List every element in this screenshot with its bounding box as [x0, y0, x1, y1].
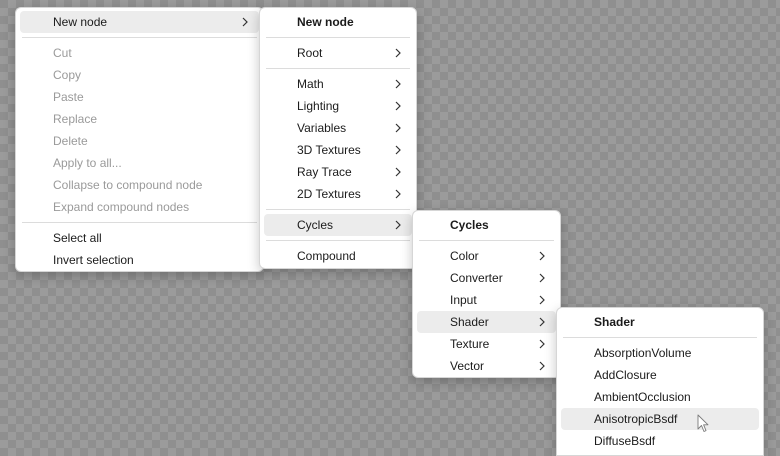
menu-item-label: Input: [450, 293, 477, 307]
menu-separator: [266, 240, 410, 241]
menu-separator: [419, 240, 554, 241]
menu-item-color[interactable]: Color: [417, 245, 556, 267]
menu-separator: [266, 37, 410, 38]
menu-item-label: Paste: [53, 90, 84, 104]
menu-item-texture[interactable]: Texture: [417, 333, 556, 355]
menu-separator: [22, 222, 257, 223]
chevron-right-icon: [394, 73, 404, 95]
menu-item-copy[interactable]: Copy: [20, 64, 259, 86]
menu-item-math[interactable]: Math: [264, 73, 412, 95]
menu-item-label: Math: [297, 77, 324, 91]
menu-item-label: AmbientOcclusion: [594, 390, 691, 404]
menu-item-3d-textures[interactable]: 3D Textures: [264, 139, 412, 161]
menu-separator: [563, 337, 757, 338]
menu-item-diffuse-bsdf[interactable]: DiffuseBsdf: [561, 430, 759, 452]
menu-item-label: 3D Textures: [297, 143, 361, 157]
menu-item-anisotropic-bsdf[interactable]: AnisotropicBsdf: [561, 408, 759, 430]
menu-item-label: 2D Textures: [297, 187, 361, 201]
menu-item-label: Vector: [450, 359, 485, 373]
chevron-right-icon: [538, 333, 548, 355]
submenu-title: Shader: [594, 315, 635, 329]
chevron-right-icon: [538, 289, 548, 311]
menu-item-lighting[interactable]: Lighting: [264, 95, 412, 117]
submenu-title: Cycles: [450, 218, 489, 232]
menu-item-label: Compound: [297, 249, 356, 263]
menu-item-vector[interactable]: Vector: [417, 355, 556, 377]
menu-item-label: Shader: [450, 315, 489, 329]
chevron-right-icon: [394, 214, 404, 236]
menu-item-label: AddClosure: [594, 368, 657, 382]
context-menu: New node Cut Copy Paste Replace Delete A…: [15, 7, 264, 272]
menu-item-add-closure[interactable]: AddClosure: [561, 364, 759, 386]
menu-item-label: Ray Trace: [297, 165, 352, 179]
chevron-right-icon: [538, 355, 548, 377]
menu-item-ray-trace[interactable]: Ray Trace: [264, 161, 412, 183]
menu-item-label: AnisotropicBsdf: [594, 412, 678, 426]
menu-separator: [266, 68, 410, 69]
menu-item-label: Select all: [53, 231, 102, 245]
menu-item-label: DiffuseBsdf: [594, 434, 656, 448]
menu-item-root[interactable]: Root: [264, 42, 412, 64]
menu-item-label: Color: [450, 249, 479, 263]
menu-item-paste[interactable]: Paste: [20, 86, 259, 108]
menu-separator: [266, 209, 410, 210]
chevron-right-icon: [394, 95, 404, 117]
menu-item-label: Invert selection: [53, 253, 134, 267]
chevron-right-icon: [538, 245, 548, 267]
mouse-cursor-icon: [697, 414, 709, 434]
menu-item-apply-to-all[interactable]: Apply to all...: [20, 152, 259, 174]
menu-item-label: Texture: [450, 337, 490, 351]
chevron-right-icon: [241, 11, 251, 33]
cycles-submenu: Cycles Color Converter Input Shader Text…: [412, 210, 561, 378]
chevron-right-icon: [394, 183, 404, 205]
menu-item-label: Delete: [53, 134, 88, 148]
menu-item-absorption-volume[interactable]: AbsorptionVolume: [561, 342, 759, 364]
menu-item-label: Cut: [53, 46, 72, 60]
menu-item-invert-selection[interactable]: Invert selection: [20, 249, 259, 271]
menu-item-label: Collapse to compound node: [53, 178, 203, 192]
menu-item-label: Expand compound nodes: [53, 200, 190, 214]
menu-item-collapse-to-compound[interactable]: Collapse to compound node: [20, 174, 259, 196]
chevron-right-icon: [538, 267, 548, 289]
menu-item-replace[interactable]: Replace: [20, 108, 259, 130]
menu-separator: [22, 37, 257, 38]
menu-item-label: Variables: [297, 121, 347, 135]
chevron-right-icon: [394, 139, 404, 161]
chevron-right-icon: [394, 117, 404, 139]
menu-item-label: Cycles: [297, 218, 334, 232]
shader-submenu: Shader AbsorptionVolume AddClosure Ambie…: [556, 307, 764, 456]
menu-item-delete[interactable]: Delete: [20, 130, 259, 152]
menu-item-select-all[interactable]: Select all: [20, 227, 259, 249]
chevron-right-icon: [394, 161, 404, 183]
menu-item-expand-compound[interactable]: Expand compound nodes: [20, 196, 259, 218]
menu-item-input[interactable]: Input: [417, 289, 556, 311]
menu-item-shader[interactable]: Shader: [417, 311, 556, 333]
menu-item-cut[interactable]: Cut: [20, 42, 259, 64]
menu-item-2d-textures[interactable]: 2D Textures: [264, 183, 412, 205]
menu-item-label: Copy: [53, 68, 82, 82]
menu-item-label: Replace: [53, 112, 98, 126]
menu-item-label: Lighting: [297, 99, 340, 113]
menu-item-label: Apply to all...: [53, 156, 122, 170]
menu-item-label: Converter: [450, 271, 503, 285]
submenu-title: New node: [297, 15, 354, 29]
menu-item-label: AbsorptionVolume: [594, 346, 692, 360]
new-node-submenu: New node Root Math Lighting Variables 3D…: [259, 7, 417, 269]
menu-item-ambient-occlusion[interactable]: AmbientOcclusion: [561, 386, 759, 408]
menu-item-variables[interactable]: Variables: [264, 117, 412, 139]
menu-item-label: Root: [297, 46, 323, 60]
menu-item-new-node[interactable]: New node: [20, 11, 259, 33]
menu-item-label: New node: [53, 15, 108, 29]
menu-item-compound[interactable]: Compound: [264, 245, 412, 267]
chevron-right-icon: [538, 311, 548, 333]
chevron-right-icon: [394, 42, 404, 64]
menu-item-cycles[interactable]: Cycles: [264, 214, 412, 236]
menu-item-converter[interactable]: Converter: [417, 267, 556, 289]
